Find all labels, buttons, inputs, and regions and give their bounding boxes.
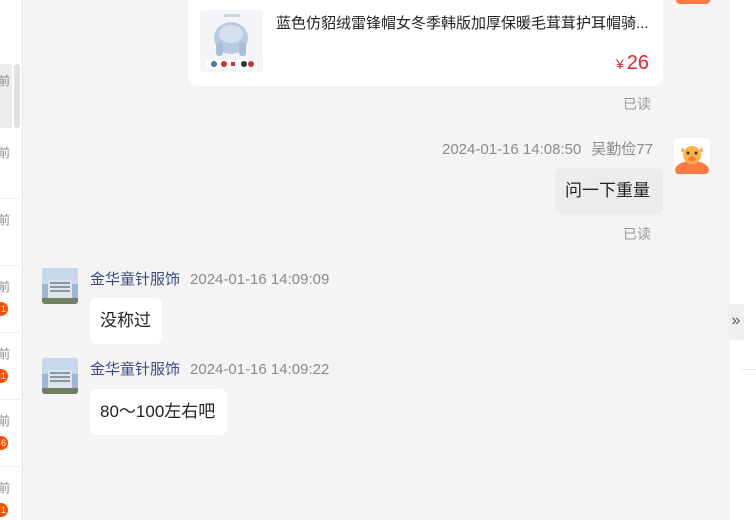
own-avatar[interactable] xyxy=(674,138,710,174)
conversation-list-scrollbar[interactable] xyxy=(14,64,20,128)
conversation-item[interactable]: 前 1 xyxy=(0,467,20,520)
shop-avatar[interactable] xyxy=(42,358,78,394)
message-time: 2024-01-16 14:08:50 xyxy=(442,141,582,158)
conversation-item[interactable]: 前 xyxy=(0,132,20,199)
product-title[interactable]: 蓝色仿貂绒雷锋帽女冬季韩版加厚保暖毛茸茸护耳帽骑... xyxy=(276,12,654,33)
conversation-time: 前 xyxy=(0,412,10,429)
conversation-list: 前 前 前 前 1 前 1 前 6 前 1 xyxy=(0,0,23,520)
conversation-item[interactable]: 前 6 xyxy=(0,400,20,467)
sender-name: 吴勤俭77 xyxy=(591,141,653,158)
message-bubble-own: 问一下重量 xyxy=(555,168,663,214)
message-time: 2024-01-16 14:09:22 xyxy=(190,361,330,378)
conversation-item[interactable]: 前 1 xyxy=(0,333,20,400)
conversation-item[interactable]: 前 xyxy=(0,199,20,266)
unread-badge: 1 xyxy=(0,369,8,383)
conversation-time: 前 xyxy=(0,211,10,228)
conversation-time: 前 xyxy=(0,345,10,362)
conversation-item[interactable]: 前 1 xyxy=(0,266,20,333)
conversation-time: 前 xyxy=(0,144,10,161)
shop-avatar[interactable] xyxy=(42,268,78,304)
product-price: ¥26 xyxy=(616,52,649,75)
product-thumbnail[interactable] xyxy=(200,10,263,72)
conversation-item[interactable]: 前 xyxy=(0,0,20,88)
own-avatar-clipped xyxy=(676,0,710,4)
collapse-panel-button[interactable]: » xyxy=(728,304,744,340)
message-meta: 2024-01-16 14:08:50 吴勤俭77 xyxy=(442,138,653,159)
sender-name[interactable]: 金华童针服饰 xyxy=(90,271,180,288)
side-panel xyxy=(730,0,756,520)
conversation-time: 前 xyxy=(0,72,10,89)
product-card[interactable]: 蓝色仿貂绒雷锋帽女冬季韩版加厚保暖毛茸茸护耳帽骑... ¥26 xyxy=(188,0,663,86)
message-meta: 金华童针服饰 2024-01-16 14:09:09 xyxy=(90,268,329,289)
message-meta: 金华童针服饰 2024-01-16 14:09:22 xyxy=(90,358,329,379)
unread-badge: 6 xyxy=(0,436,8,450)
message-time: 2024-01-16 14:09:09 xyxy=(190,271,330,288)
unread-badge: 1 xyxy=(0,503,8,517)
read-status: 已读 xyxy=(623,96,651,112)
double-chevron-right-icon: » xyxy=(731,312,741,329)
price-value: 26 xyxy=(626,52,649,74)
message-bubble-incoming: 80～100左右吧 xyxy=(90,389,227,435)
message-bubble-incoming: 没称过 xyxy=(90,298,162,344)
conversation-time: 前 xyxy=(0,479,10,496)
sender-name[interactable]: 金华童针服饰 xyxy=(90,361,180,378)
side-panel-divider xyxy=(742,369,756,370)
conversation-time: 前 xyxy=(0,278,10,295)
read-status: 已读 xyxy=(623,226,651,242)
unread-badge: 1 xyxy=(0,302,8,316)
currency-symbol: ¥ xyxy=(615,56,624,72)
